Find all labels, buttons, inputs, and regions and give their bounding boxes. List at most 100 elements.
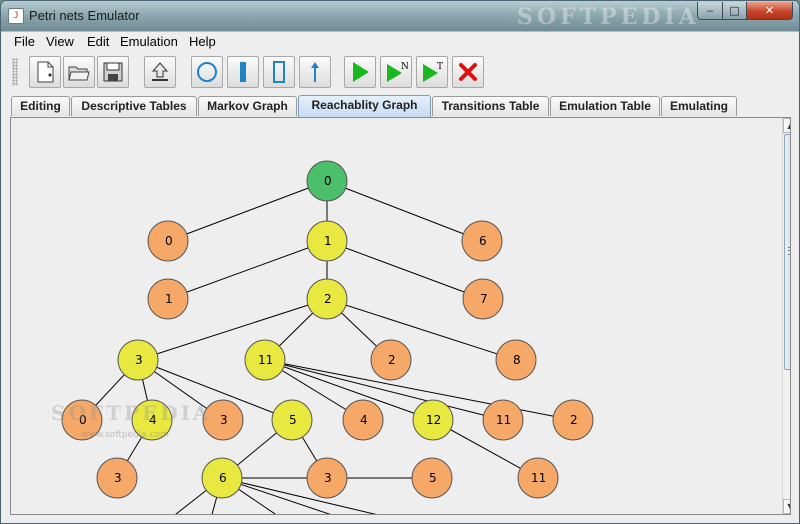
minimize-button[interactable]: ‒: [697, 2, 723, 20]
graph-node[interactable]: 1: [147, 278, 189, 320]
graph-node[interactable]: 3: [117, 339, 159, 381]
export-upload-icon: [151, 62, 169, 81]
graph-node[interactable]: 0: [147, 220, 189, 262]
graph-node-label: 5: [429, 471, 437, 485]
graph-node[interactable]: 8: [495, 339, 537, 381]
tab-descriptive-tables[interactable]: Descriptive Tables: [71, 96, 197, 116]
transition-filled-icon: [240, 62, 246, 82]
graph-node[interactable]: 11: [517, 457, 559, 499]
window-title: Petri nets Emulator: [29, 8, 140, 23]
graph-node[interactable]: 3: [96, 457, 138, 499]
menu-edit[interactable]: Edit: [87, 34, 109, 49]
tab-editing[interactable]: Editing: [11, 96, 70, 116]
run-play-icon: [353, 62, 369, 82]
graph-edge: [167, 240, 328, 300]
graph-node[interactable]: 12: [412, 399, 454, 441]
stop-cross-icon: [459, 63, 477, 81]
graph-edge: [326, 180, 483, 242]
save-disk-icon: [103, 62, 123, 82]
graph-edge: [221, 477, 377, 514]
toolbar: N T: [2, 52, 798, 92]
graph-node-label: 11: [496, 413, 511, 427]
run-button[interactable]: [344, 56, 376, 88]
graph-node[interactable]: 2: [306, 278, 348, 320]
graph-node-label: 3: [114, 471, 122, 485]
graph-node[interactable]: 6: [461, 220, 503, 262]
graph-node-label: 5: [289, 413, 297, 427]
save-button[interactable]: [97, 56, 129, 88]
graph-node-label: 0: [324, 174, 332, 188]
graph-node-label: 12: [426, 413, 441, 427]
add-empty-transition-button[interactable]: [263, 56, 295, 88]
menu-help[interactable]: Help: [189, 34, 216, 49]
graph-node[interactable]: 1: [306, 220, 348, 262]
tab-markov-graph[interactable]: Markov Graph: [198, 96, 297, 116]
open-folder-icon: [68, 66, 90, 81]
graph-node-label: 3: [135, 353, 143, 367]
scroll-thumb-grip: [788, 247, 790, 255]
scroll-up-arrow[interactable]: ▲: [783, 118, 790, 133]
graph-node-label: 6: [479, 234, 487, 248]
tab-emulating[interactable]: Emulating: [661, 96, 737, 116]
run-n-steps-icon: N: [387, 62, 408, 82]
graph-node-label: 3: [220, 413, 228, 427]
run-until-time-button[interactable]: T: [416, 56, 448, 88]
graph-node-label: 2: [570, 413, 578, 427]
svg-text:N: N: [401, 62, 408, 72]
graph-node[interactable]: 11: [244, 339, 286, 381]
graph-node[interactable]: 0: [306, 160, 348, 202]
close-button[interactable]: ✕: [746, 2, 793, 20]
transition-empty-icon: [273, 61, 285, 83]
open-button[interactable]: [63, 56, 95, 88]
arc-arrow-icon: [311, 62, 319, 82]
reachability-graph-canvas[interactable]: 00 1 61 2 73 11 2 80 4 3 5 4 12 11 23 6 3 5 11: [11, 118, 781, 514]
add-arc-button[interactable]: [299, 56, 331, 88]
graph-node-label: 6: [219, 471, 227, 485]
graph-node[interactable]: 4: [342, 399, 384, 441]
menu-emulation[interactable]: Emulation: [120, 34, 178, 49]
graph-node[interactable]: 6: [201, 457, 243, 499]
tab-transitions-table[interactable]: Transitions Table: [432, 96, 549, 116]
tab-reachability-graph[interactable]: Reachablity Graph: [298, 95, 431, 117]
graph-node-label: 3: [324, 471, 332, 485]
graph-node[interactable]: 2: [552, 399, 594, 441]
graph-edge: [167, 180, 328, 242]
menu-view[interactable]: View: [46, 34, 74, 49]
scroll-down-arrow[interactable]: ▼: [783, 499, 790, 514]
graph-node[interactable]: 3: [306, 457, 348, 499]
graph-node-label: 1: [324, 234, 332, 248]
menu-file[interactable]: File: [14, 34, 35, 49]
softpedia-watermark-url: www.softpedia.com: [81, 430, 169, 440]
graph-node-label: 11: [531, 471, 546, 485]
new-button[interactable]: [29, 56, 61, 88]
title-bar[interactable]: J Petri nets Emulator SOFTPEDIA ‒ □ ✕: [1, 1, 799, 31]
softpedia-watermark-graph: SOFTPEDIA: [51, 401, 212, 425]
reachability-graph-panel: 0 0 1 6 1 2 7 3 11 2 8 0 4 3 5 4 12 11 2 3 6 3 5 11 SOFTPEDIA w…: [10, 117, 791, 515]
graph-node-label: 8: [513, 353, 521, 367]
graph-node[interactable]: 5: [271, 399, 313, 441]
graph-node[interactable]: 7: [462, 278, 504, 320]
graph-node[interactable]: 11: [482, 399, 524, 441]
place-circle-icon: [197, 62, 217, 82]
vertical-scrollbar[interactable]: ▲ ▼: [782, 118, 790, 514]
maximize-button[interactable]: □: [722, 2, 747, 20]
run-n-steps-button[interactable]: N: [380, 56, 412, 88]
softpedia-watermark: SOFTPEDIA: [517, 4, 700, 30]
add-transition-button[interactable]: [227, 56, 259, 88]
graph-node-label: 2: [324, 292, 332, 306]
graph-node-label: 11: [258, 353, 273, 367]
menu-bar: File View Edit Emulation Help: [2, 32, 798, 52]
graph-node-label: 2: [388, 353, 396, 367]
tab-emulation-table[interactable]: Emulation Table: [550, 96, 660, 116]
graph-edge: [326, 240, 484, 300]
tab-bar: Editing Descriptive Tables Markov Graph …: [2, 95, 798, 117]
stop-button[interactable]: [452, 56, 484, 88]
scroll-thumb[interactable]: [784, 134, 790, 370]
toolbar-grip-handle[interactable]: [12, 58, 18, 86]
graph-node[interactable]: 2: [370, 339, 412, 381]
add-place-button[interactable]: [191, 56, 223, 88]
graph-node[interactable]: 5: [411, 457, 453, 499]
export-button[interactable]: [144, 56, 176, 88]
graph-node-label: 7: [480, 292, 488, 306]
svg-text:T: T: [437, 62, 443, 72]
